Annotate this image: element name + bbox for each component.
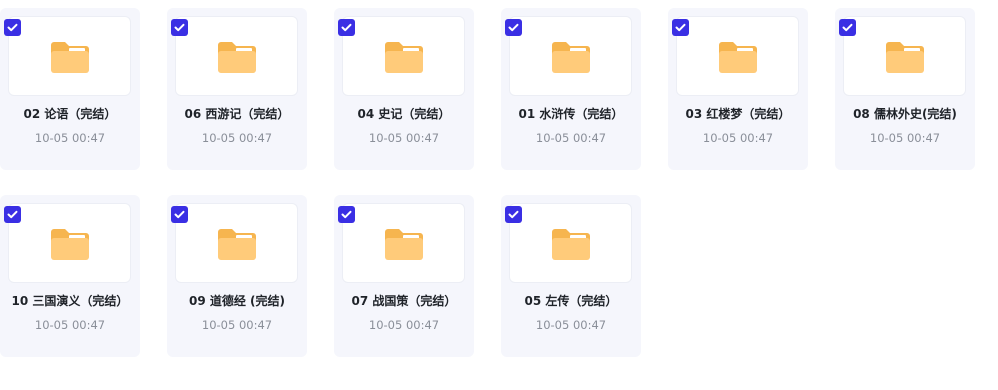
select-checkbox[interactable]: [4, 206, 21, 223]
folder-name[interactable]: 05 左传（完结）: [501, 292, 641, 309]
folder-icon: [551, 42, 590, 73]
folder-card[interactable]: 06 西游记（完结） 10-05 00:47: [167, 8, 307, 170]
modified-time: 10-05 00:47: [535, 131, 607, 145]
modified-time: 10-05 00:47: [201, 318, 273, 332]
folder-card[interactable]: 05 左传（完结） 10-05 00:47: [501, 195, 641, 357]
folder-icon: [217, 42, 256, 73]
folder-card[interactable]: 08 儒林外史(完结) 10-05 00:47: [835, 8, 975, 170]
folder-thumbnail[interactable]: [843, 16, 966, 96]
folder-name[interactable]: 04 史记（完结）: [334, 105, 474, 122]
folder-icon: [384, 42, 423, 73]
folder-name[interactable]: 08 儒林外史(完结): [835, 105, 975, 122]
modified-time: 10-05 00:47: [201, 131, 273, 145]
folder-thumbnail[interactable]: [175, 203, 298, 283]
modified-time: 10-05 00:47: [535, 318, 607, 332]
check-icon: [675, 23, 686, 32]
select-checkbox[interactable]: [338, 19, 355, 36]
modified-time: 10-05 00:47: [368, 318, 440, 332]
modified-time: 10-05 00:47: [34, 318, 106, 332]
folder-icon: [384, 229, 423, 260]
select-checkbox[interactable]: [672, 19, 689, 36]
modified-time: 10-05 00:47: [702, 131, 774, 145]
check-icon: [7, 210, 18, 219]
folder-thumbnail[interactable]: [509, 203, 632, 283]
modified-time: 10-05 00:47: [869, 131, 941, 145]
folder-icon: [50, 42, 89, 73]
check-icon: [341, 23, 352, 32]
folder-thumbnail[interactable]: [8, 203, 131, 283]
folder-thumbnail[interactable]: [509, 16, 632, 96]
check-icon: [7, 23, 18, 32]
folder-name[interactable]: 09 道德经 (完结): [167, 292, 307, 309]
folder-icon: [885, 42, 924, 73]
modified-time: 10-05 00:47: [34, 131, 106, 145]
folder-thumbnail[interactable]: [8, 16, 131, 96]
folder-card[interactable]: 07 战国策（完结） 10-05 00:47: [334, 195, 474, 357]
select-checkbox[interactable]: [505, 19, 522, 36]
check-icon: [174, 210, 185, 219]
check-icon: [341, 210, 352, 219]
folder-name[interactable]: 03 红楼梦（完结）: [668, 105, 808, 122]
select-checkbox[interactable]: [338, 206, 355, 223]
folder-icon: [50, 229, 89, 260]
folder-card[interactable]: 03 红楼梦（完结） 10-05 00:47: [668, 8, 808, 170]
check-icon: [842, 23, 853, 32]
modified-time: 10-05 00:47: [368, 131, 440, 145]
folder-icon: [217, 229, 256, 260]
check-icon: [508, 210, 519, 219]
folder-card[interactable]: 09 道德经 (完结) 10-05 00:47: [167, 195, 307, 357]
file-grid: 02 论语（完结） 10-05 00:47 06 西游记（完结） 10-05 0…: [0, 0, 998, 390]
folder-card[interactable]: 10 三国演义（完结） 10-05 00:47: [0, 195, 140, 357]
folder-card[interactable]: 01 水浒传（完结） 10-05 00:47: [501, 8, 641, 170]
folder-thumbnail[interactable]: [175, 16, 298, 96]
select-checkbox[interactable]: [171, 206, 188, 223]
folder-card[interactable]: 04 史记（完结） 10-05 00:47: [334, 8, 474, 170]
folder-icon: [718, 42, 757, 73]
select-checkbox[interactable]: [171, 19, 188, 36]
folder-name[interactable]: 10 三国演义（完结）: [0, 292, 140, 309]
folder-name[interactable]: 02 论语（完结）: [0, 105, 140, 122]
check-icon: [174, 23, 185, 32]
folder-name[interactable]: 06 西游记（完结）: [167, 105, 307, 122]
select-checkbox[interactable]: [505, 206, 522, 223]
select-checkbox[interactable]: [4, 19, 21, 36]
folder-thumbnail[interactable]: [342, 16, 465, 96]
folder-name[interactable]: 07 战国策（完结）: [334, 292, 474, 309]
folder-icon: [551, 229, 590, 260]
folder-thumbnail[interactable]: [342, 203, 465, 283]
check-icon: [508, 23, 519, 32]
folder-card[interactable]: 02 论语（完结） 10-05 00:47: [0, 8, 140, 170]
folder-thumbnail[interactable]: [676, 16, 799, 96]
select-checkbox[interactable]: [839, 19, 856, 36]
folder-name[interactable]: 01 水浒传（完结）: [501, 105, 641, 122]
